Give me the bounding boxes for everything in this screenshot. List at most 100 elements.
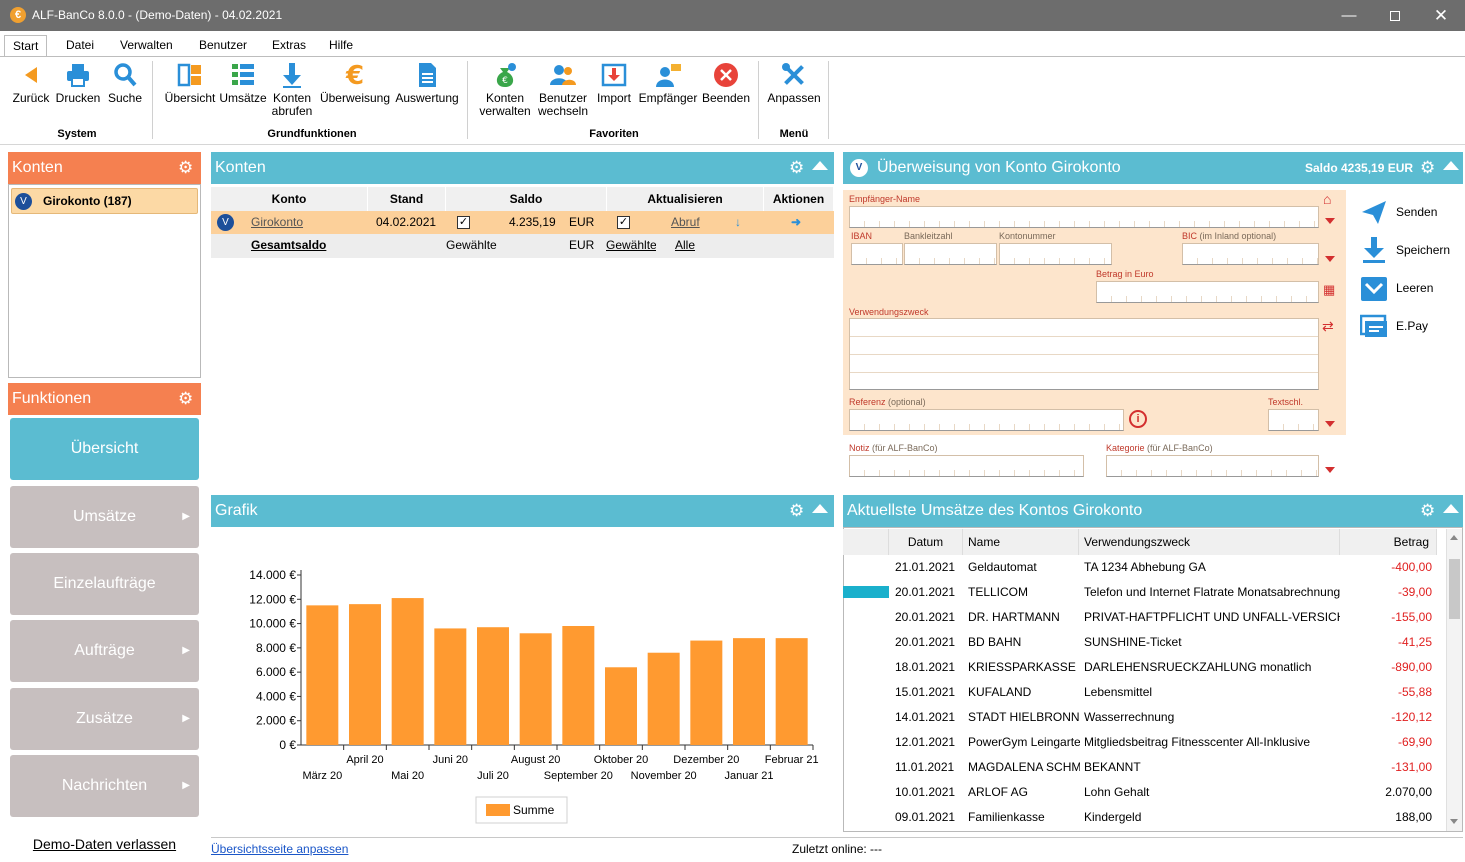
collapse-icon[interactable]	[812, 161, 828, 170]
gear-icon[interactable]: ⚙	[1420, 159, 1435, 176]
function-nachrichten[interactable]: Nachrichten ▶	[10, 755, 199, 817]
empfaenger-input[interactable]	[849, 206, 1319, 228]
function-uebersicht[interactable]: Übersicht	[10, 418, 199, 480]
table-row[interactable]: 12.01.2021 PowerGym Leingarten Mitgliedsbe…	[843, 730, 1453, 755]
empfaenger-button[interactable]: Empfänger	[638, 61, 698, 105]
tab-datei[interactable]: Datei	[58, 35, 102, 57]
function-einzelauftraege[interactable]: Einzelaufträge	[10, 553, 199, 615]
function-zusaetze[interactable]: Zusätze ▶	[10, 688, 199, 750]
chevron-down-icon[interactable]	[1325, 256, 1335, 262]
chevron-down-icon[interactable]	[1325, 467, 1335, 473]
home-icon[interactable]: ⌂	[1323, 191, 1331, 207]
beenden-button[interactable]: Beenden	[700, 61, 752, 105]
leave-demo-link[interactable]: Demo-Daten verlassen	[8, 836, 201, 852]
col-header-datum[interactable]: Datum	[889, 529, 963, 555]
clear-button[interactable]: Leeren	[1360, 274, 1460, 304]
overview-button[interactable]: Übersicht	[162, 61, 218, 105]
col-header-name[interactable]: Name	[963, 529, 1079, 555]
table-row[interactable]: 20.01.2021 BD BAHN SUNSHINE-Ticket -41,25	[843, 630, 1453, 655]
konten-abrufen-button[interactable]: Konten abrufen	[268, 61, 316, 118]
tab-verwalten[interactable]: Verwalten	[112, 35, 181, 57]
swap-icon[interactable]: ⇄	[1322, 318, 1334, 335]
scroll-down-icon[interactable]	[1450, 819, 1458, 824]
table-row[interactable]: 18.01.2021 KRIESSPARKASSE DARLEHENSRUECKZA…	[843, 655, 1453, 680]
collapse-icon[interactable]	[812, 504, 828, 513]
search-button[interactable]: Suche	[105, 61, 145, 105]
saldo-checkbox[interactable]: ✓	[457, 216, 470, 229]
auswertung-button[interactable]: Auswertung	[394, 61, 460, 105]
gear-icon[interactable]: ⚙	[789, 502, 804, 519]
account-name-link[interactable]: Girokonto	[251, 211, 303, 233]
table-row[interactable]: V Girokonto 04.02.2021 ✓ 4.235,19 EUR ✓ …	[211, 211, 834, 234]
table-row[interactable]: 20.01.2021 DR. HARTMANN PRIVAT-HAFTPFLICHT…	[843, 605, 1453, 630]
abruf-link[interactable]: Abruf	[671, 211, 700, 233]
col-header-betrag[interactable]: Betrag	[1340, 529, 1437, 555]
save-button[interactable]: Speichern	[1360, 236, 1460, 266]
kontonummer-input[interactable]	[999, 243, 1112, 265]
gear-icon[interactable]: ⚙	[178, 159, 193, 176]
zweck-textarea[interactable]	[849, 318, 1319, 390]
print-button[interactable]: Drucken	[55, 61, 101, 105]
close-window-button[interactable]: ✕	[1418, 0, 1464, 31]
referenz-input[interactable]	[849, 409, 1124, 431]
kategorie-input[interactable]	[1106, 455, 1319, 477]
import-button[interactable]: Import	[594, 61, 634, 105]
download-arrow-icon[interactable]: ↓	[735, 211, 741, 233]
table-row[interactable]: 09.01.2021 Familienkasse Kindergeld 188,00	[843, 805, 1453, 830]
gear-icon[interactable]: ⚙	[178, 390, 193, 407]
funktionen-title: Funktionen	[12, 390, 92, 407]
ueberweisung-button[interactable]: € Überweisung	[319, 61, 391, 105]
y-tick-label: 10.000 €	[249, 617, 296, 631]
benutzer-wechseln-button[interactable]: Benutzer wechseln	[536, 61, 590, 118]
epay-button[interactable]: E.Pay	[1360, 312, 1460, 342]
scrollbar-thumb[interactable]	[1449, 559, 1460, 619]
col-header-zweck[interactable]: Verwendungszweck	[1079, 529, 1340, 555]
vertical-scrollbar[interactable]	[1446, 529, 1462, 831]
info-icon[interactable]: i	[1129, 410, 1147, 428]
gesamtsaldo-link[interactable]: Gesamtsaldo	[251, 234, 326, 256]
scroll-up-icon[interactable]	[1450, 535, 1458, 540]
table-row[interactable]: 14.01.2021 STADT HIELBRONN Wasserrechnung -…	[843, 705, 1453, 730]
umsaetze-button[interactable]: Umsätze	[218, 61, 268, 105]
textschl-input[interactable]	[1268, 409, 1319, 431]
blz-input[interactable]	[904, 243, 997, 265]
table-row[interactable]: 11.01.2021 MAGDALENA SCHMIDT BEKANNT -131,0…	[843, 755, 1453, 780]
arrow-right-icon[interactable]: ➜	[791, 211, 801, 233]
gear-icon[interactable]: ⚙	[1420, 502, 1435, 519]
konten-verwalten-button[interactable]: € Konten verwalten	[476, 61, 534, 118]
chevron-down-icon[interactable]	[1325, 218, 1335, 224]
tab-start[interactable]: Start	[4, 35, 48, 57]
table-row[interactable]: 15.01.2021 KUFALAND Lebensmittel -55,88	[843, 680, 1453, 705]
alle-link[interactable]: Alle	[675, 234, 695, 256]
tab-benutzer[interactable]: Benutzer	[191, 35, 255, 57]
table-row[interactable]: 20.01.2021 TELLICOM Telefon und Internet F…	[843, 580, 1453, 605]
betrag-input[interactable]	[1096, 281, 1319, 303]
epay-icon	[1360, 314, 1387, 337]
bar	[647, 652, 680, 745]
referenz-label: Referenz	[849, 397, 886, 407]
tab-hilfe[interactable]: Hilfe	[321, 35, 361, 57]
account-date: 04.02.2021	[376, 215, 437, 229]
anpassen-button[interactable]: Anpassen	[766, 61, 822, 105]
table-row[interactable]: 10.01.2021 ARLOF AG Lohn Gehalt 2.070,00	[843, 780, 1453, 805]
table-row[interactable]: 21.01.2021 Geldautomat TA 1234 Abhebung GA…	[843, 555, 1453, 580]
account-item-girokonto[interactable]: V Girokonto (187)	[11, 188, 198, 214]
iban-input[interactable]	[851, 243, 903, 265]
collapse-icon[interactable]	[1443, 161, 1459, 170]
bic-input[interactable]	[1182, 243, 1319, 265]
chevron-down-icon[interactable]	[1325, 421, 1335, 427]
maximize-button[interactable]	[1372, 0, 1418, 31]
gewaehlte-link[interactable]: Gewählte	[606, 234, 656, 256]
notiz-input[interactable]	[849, 455, 1084, 477]
minimize-button[interactable]: —	[1326, 0, 1372, 31]
calculator-icon[interactable]: ▦	[1323, 282, 1335, 298]
update-checkbox[interactable]: ✓	[617, 216, 630, 229]
function-auftraege[interactable]: Aufträge ▶	[10, 620, 199, 682]
function-umsaetze[interactable]: Umsätze ▶	[10, 486, 199, 548]
back-button[interactable]: Zurück	[11, 61, 51, 105]
tab-extras[interactable]: Extras	[264, 35, 314, 57]
customize-overview-link[interactable]: Übersichtsseite anpassen	[211, 842, 348, 856]
collapse-icon[interactable]	[1443, 504, 1459, 513]
send-button[interactable]: Senden	[1360, 198, 1460, 228]
gear-icon[interactable]: ⚙	[789, 159, 804, 176]
